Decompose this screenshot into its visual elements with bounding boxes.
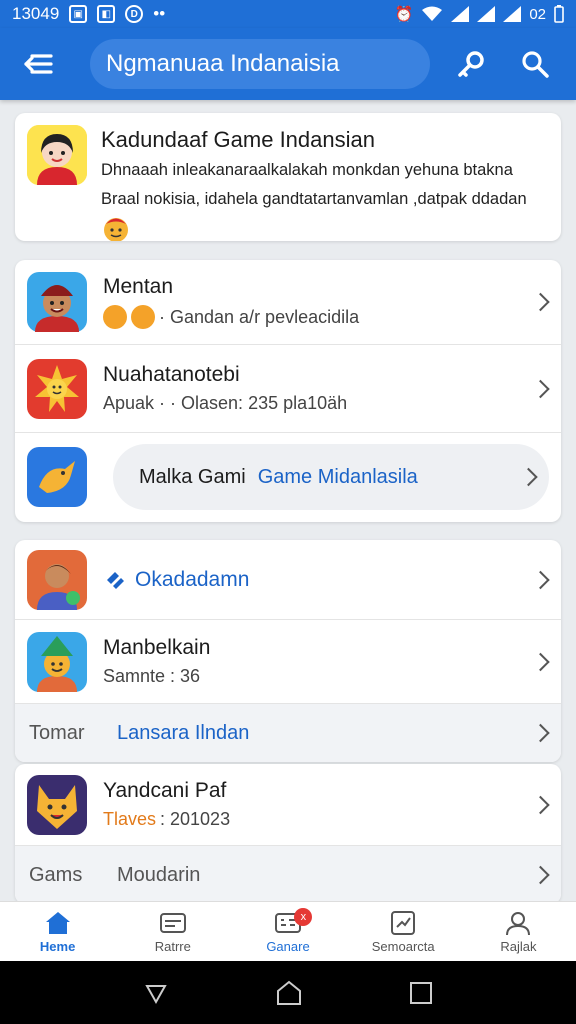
item-title: Mentan [103, 275, 174, 298]
signal-icon-2 [477, 6, 496, 22]
item-title: Manbelkain [103, 636, 211, 659]
chevron-right-icon [519, 467, 538, 487]
back-icon[interactable] [143, 980, 169, 1006]
item-title: Yandcani Paf [103, 779, 227, 802]
sun-icon [27, 358, 87, 419]
bottom-navigation: Heme Ratrre x Ganare Semoarcta Rajlak [0, 901, 576, 961]
chevron-right-icon [531, 723, 550, 743]
chevron-right-icon [531, 795, 550, 814]
section-label: Tomar [29, 721, 85, 744]
app-bar: Ngmanuaa Indanaisia [0, 28, 576, 100]
search-icon [522, 51, 549, 78]
battery-level: 02 [529, 5, 546, 23]
section-row-gams[interactable]: Gams Moudarin [15, 846, 561, 904]
nav-home[interactable]: Heme [0, 902, 115, 961]
character-avatar-icon [27, 549, 87, 610]
menu-button[interactable] [16, 41, 62, 87]
chevron-right-icon [531, 652, 550, 671]
nav-label: Ratrre [154, 938, 191, 954]
wifi-icon [422, 6, 443, 21]
hero-card[interactable]: Kadundaaf Game Indansian Dhnaaah inleaka… [15, 113, 561, 241]
emoji-icon [104, 218, 128, 241]
search-button[interactable] [512, 41, 558, 87]
nav-label: Ganare [266, 938, 310, 954]
nav-semoarcta[interactable]: Semoarcta [346, 902, 461, 961]
system-navigation-bar [0, 961, 576, 1024]
app-notification-icon: ▣ [69, 5, 88, 23]
item-subtitle: Samnte : 36 [103, 666, 201, 686]
list-item-game-link[interactable]: Malka Gami Game Midanlasila [15, 433, 561, 521]
nav-ganare[interactable]: x Ganare [230, 902, 345, 961]
item-subtitle: : 201023 [160, 809, 231, 829]
item-subtitle: · Gandan a/r pevleacidila [159, 306, 360, 327]
list-item-nuahatanotebi[interactable]: Nuahatanotebi Apuak · · Olasen: 235 pla1… [15, 345, 561, 433]
home-icon [44, 910, 72, 936]
signal-icon-3 [503, 6, 522, 22]
hero-avatar-icon [27, 125, 87, 185]
nav-label: Rajlak [500, 938, 537, 954]
list-item-okadadamn[interactable]: Okadadamn [15, 540, 561, 620]
search-text: Ngmanuaa Indanaisia [106, 50, 340, 77]
nav-label: Semoarcta [371, 938, 435, 954]
game-link-pill[interactable]: Malka Gami Game Midanlasila [113, 444, 549, 510]
status-bar: 13049 ▣ ◧ D •• ⏰ 02 [0, 0, 576, 28]
pill-label: Malka Gami [139, 465, 246, 488]
nav-label: Heme [39, 938, 76, 954]
home-button-icon[interactable] [275, 979, 303, 1007]
game-controller-icon [107, 571, 124, 589]
emoji-icon [131, 305, 155, 329]
menu-icon [24, 54, 53, 74]
search-input[interactable]: Ngmanuaa Indanaisia [90, 39, 430, 89]
warrior-avatar-icon [27, 272, 87, 332]
game-list-group-3: Yandcani Paf Tlaves : 201023 Gams Moudar… [15, 764, 561, 904]
notification-badge: x [294, 908, 313, 926]
game-list-group-2: Okadadamn Manbelkain Samnte : 36 Tomar L… [15, 540, 561, 762]
game-list-group-1: Mentan · Gandan a/r pevleacidila Nuahata… [15, 260, 561, 522]
section-link: Lansara Ilndan [117, 721, 250, 744]
item-title: Nuahatanotebi [103, 363, 240, 386]
wizard-avatar-icon [27, 631, 87, 692]
hero-description-line-2: Braal nokisia, idahela gandtatartanvamla… [101, 190, 527, 208]
key-button[interactable] [448, 41, 494, 87]
chart-icon [389, 910, 417, 936]
list-item-manbelkain[interactable]: Manbelkain Samnte : 36 [15, 620, 561, 704]
item-subtitle: Apuak · · Olasen: 235 pla10äh [103, 393, 348, 413]
chevron-right-icon [531, 570, 550, 589]
nav-rajlak[interactable]: Rajlak [461, 902, 576, 961]
list-item-yandcani-paf[interactable]: Yandcani Paf Tlaves : 201023 [15, 764, 561, 846]
card-icon [159, 910, 187, 936]
clipboard-notification-icon: ◧ [97, 5, 116, 23]
battery-icon [554, 5, 564, 23]
status-time: 13049 [12, 4, 60, 23]
fox-avatar-icon [27, 774, 87, 835]
list-item-mentan[interactable]: Mentan · Gandan a/r pevleacidila [15, 260, 561, 345]
chevron-right-icon [531, 292, 550, 312]
pill-link: Game Midanlasila [257, 465, 418, 488]
item-subtitle-accent: Tlaves [103, 809, 157, 829]
key-icon [458, 51, 484, 77]
section-link: Moudarin [117, 863, 201, 886]
section-label: Gams [29, 863, 83, 886]
recents-icon[interactable] [409, 981, 433, 1005]
item-title-link: Okadadamn [135, 567, 250, 591]
profile-icon [504, 910, 532, 936]
chevron-right-icon [531, 379, 550, 398]
bird-icon [27, 447, 87, 507]
alarm-icon: ⏰ [394, 6, 414, 23]
media-notification-icon: D [125, 5, 144, 23]
more-notifications-icon: •• [153, 4, 166, 23]
chevron-right-icon [531, 865, 550, 885]
hero-description-line-1: Dhnaaah inleakanaraalkalakah monkdan yeh… [101, 161, 513, 179]
emoji-icon [103, 305, 127, 329]
hero-title: Kadundaaf Game Indansian [101, 127, 375, 152]
nav-ratrre[interactable]: Ratrre [115, 902, 230, 961]
section-row-tomar[interactable]: Tomar Lansara Ilndan [15, 704, 561, 762]
signal-icon [451, 6, 470, 22]
